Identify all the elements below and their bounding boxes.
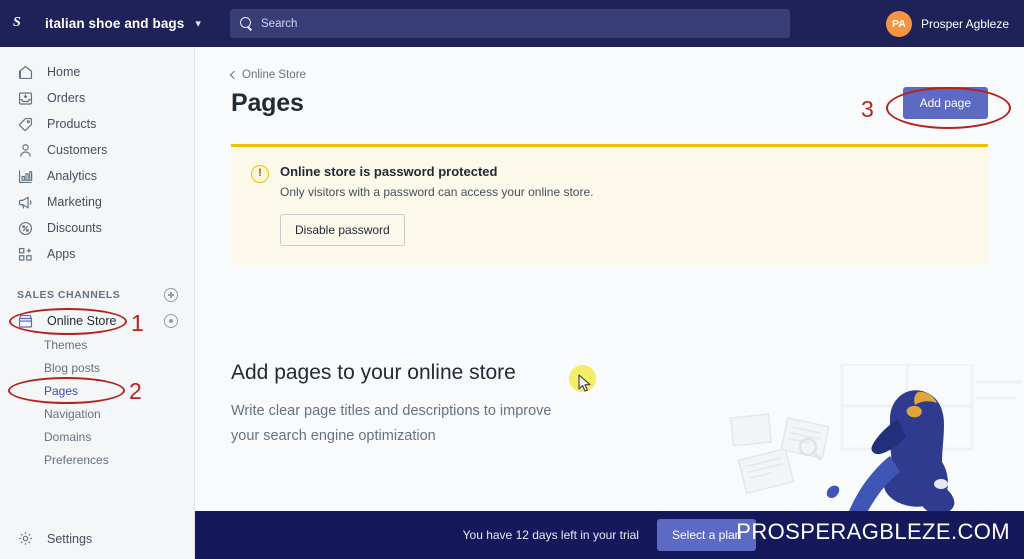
avatar: PA [885,10,912,37]
search-input[interactable]: Search [230,9,790,38]
main-content: Online Store Pages Add page Online store… [195,47,1024,559]
store-name: italian shoe and bags [45,16,185,31]
sidebar-item-pages[interactable]: Pages [0,379,194,402]
person-reading-documents-illustration [722,364,1024,529]
megaphone-icon [17,194,34,211]
trial-bar: You have 12 days left in your trial Sele… [195,511,1024,559]
tag-icon [17,116,34,133]
plus-circle-icon[interactable] [164,288,178,302]
sidebar-nav: Home Orders Products Customers Analytics [0,47,194,267]
sidebar-item-label: Apps [47,247,76,261]
sidebar-item-label: Preferences [44,452,109,467]
sidebar-item-label: Navigation [44,406,101,421]
sidebar-item-online-store[interactable]: Online Store [0,309,194,333]
sidebar-item-settings[interactable]: Settings [0,530,195,547]
person-icon [17,142,34,159]
empty-state-title: Add pages to your online store [231,361,516,384]
orders-inbox-icon [17,90,34,107]
sidebar-item-label: Marketing [47,195,102,209]
disable-password-button[interactable]: Disable password [280,214,405,246]
breadcrumb[interactable]: Online Store [229,69,1024,81]
sidebar-item-analytics[interactable]: Analytics [0,163,194,189]
sales-channels-title: SALES CHANNELS [17,289,121,301]
banner-text: Only visitors with a password can access… [280,185,594,199]
sidebar-item-blog-posts[interactable]: Blog posts [0,356,194,379]
home-icon [17,64,34,81]
search-area: Search [195,9,886,38]
bar-chart-icon [17,168,34,185]
trial-text: You have 12 days left in your trial [462,528,639,542]
search-icon [240,17,253,30]
gear-icon [17,530,34,547]
sidebar-item-label: Settings [47,531,93,546]
sidebar-item-discounts[interactable]: Discounts [0,215,194,241]
sidebar-item-label: Discounts [47,221,102,235]
empty-state-subtitle: Write clear page titles and descriptions… [231,403,552,444]
sidebar-item-label: Products [47,117,97,131]
sidebar-item-marketing[interactable]: Marketing [0,189,194,215]
sidebar-item-label: Domains [44,429,92,444]
password-protected-banner: Online store is password protected Only … [231,144,988,265]
search-placeholder: Search [261,17,298,30]
online-store-icon [17,313,34,330]
online-store-subnav: Themes Blog posts Pages Navigation Domai… [0,333,194,471]
sidebar-item-label: Home [47,65,81,79]
shopify-admin-screen: italian shoe and bags ▾ Search PA Prospe… [0,0,1024,559]
store-switcher[interactable]: italian shoe and bags ▾ [0,11,201,36]
sidebar: Home Orders Products Customers Analytics [0,47,195,559]
sidebar-item-themes[interactable]: Themes [0,333,194,356]
discount-percent-icon [17,220,34,237]
sidebar-item-domains[interactable]: Domains [0,425,194,448]
shopify-bag-icon [13,11,36,36]
page-title: Pages [231,88,304,117]
sidebar-item-label: Analytics [47,169,98,183]
sidebar-item-customers[interactable]: Customers [0,137,194,163]
sidebar-item-products[interactable]: Products [0,111,194,137]
sidebar-item-label: Online Store [47,314,117,328]
eye-circle-icon[interactable] [164,314,178,328]
user-name: Prosper Agbleze [920,16,1009,31]
sidebar-item-label: Orders [47,91,86,105]
warning-circle-icon [251,165,269,183]
breadcrumb-label: Online Store [242,69,306,81]
sidebar-item-label: Customers [47,143,108,157]
watermark: PROSPERAGBLEZE.COM [736,519,1010,544]
apps-grid-plus-icon [17,246,34,263]
top-bar: italian shoe and bags ▾ Search PA Prospe… [0,0,1024,47]
sidebar-item-home[interactable]: Home [0,59,194,85]
sales-channels-header: SALES CHANNELS [0,288,194,302]
sidebar-item-orders[interactable]: Orders [0,85,194,111]
add-page-button[interactable]: Add page [902,87,988,119]
sidebar-item-apps[interactable]: Apps [0,241,194,267]
sidebar-item-label: Blog posts [44,360,101,375]
user-menu[interactable]: PA Prosper Agbleze [885,10,1024,37]
banner-title: Online store is password protected [280,164,498,179]
sidebar-item-label: Themes [44,337,88,352]
chevron-left-icon [229,70,239,79]
sidebar-item-preferences[interactable]: Preferences [0,448,194,471]
sidebar-item-label: Pages [44,383,79,398]
page-header: Pages Add page [231,87,988,119]
sidebar-item-navigation[interactable]: Navigation [0,402,194,425]
